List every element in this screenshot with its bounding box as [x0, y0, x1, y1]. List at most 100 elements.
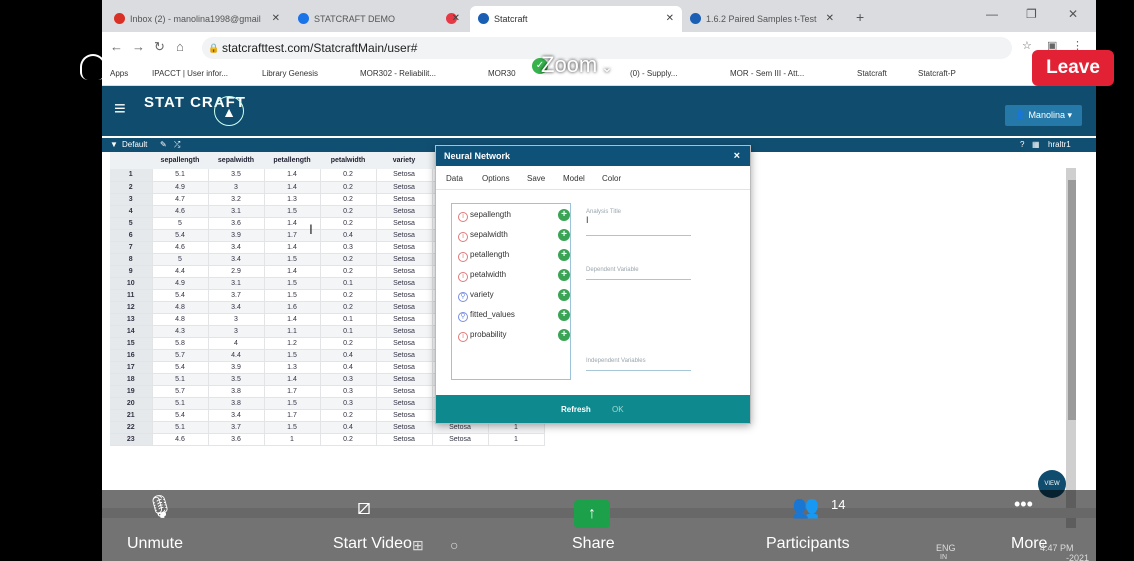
- table-cell[interactable]: Setosa: [376, 217, 433, 230]
- table-cell[interactable]: 0.2: [320, 433, 377, 446]
- table-cell[interactable]: 4.3: [152, 325, 209, 338]
- table-cell[interactable]: 3.9: [208, 229, 265, 242]
- analysis-title-input[interactable]: I: [586, 215, 691, 225]
- tab-model[interactable]: Model: [563, 174, 585, 183]
- table-cell[interactable]: 3.4: [208, 409, 265, 422]
- table-cell[interactable]: 3.1: [208, 277, 265, 290]
- tab-color[interactable]: Color: [602, 174, 621, 183]
- tab-paired-t-test[interactable]: 1.6.2 Paired Samples t-Test ✕: [682, 6, 842, 32]
- table-cell[interactable]: 0.2: [320, 205, 377, 218]
- share-button[interactable]: Share: [572, 535, 615, 553]
- table-cell[interactable]: 1.4: [264, 181, 321, 194]
- row-number[interactable]: 16: [110, 349, 153, 362]
- minimize-icon[interactable]: —: [986, 7, 998, 21]
- bookmark-library-genesis[interactable]: Library Genesis: [262, 69, 318, 78]
- table-cell[interactable]: 0.2: [320, 337, 377, 350]
- table-cell[interactable]: 5.4: [152, 361, 209, 374]
- table-cell[interactable]: 3.4: [208, 241, 265, 254]
- row-number[interactable]: 14: [110, 325, 153, 338]
- table-cell[interactable]: Setosa: [376, 325, 433, 338]
- table-cell[interactable]: 0.4: [320, 421, 377, 434]
- video-off-icon[interactable]: ⧄: [357, 494, 371, 520]
- row-number[interactable]: 21: [110, 409, 153, 422]
- table-cell[interactable]: 3.9: [208, 361, 265, 374]
- independent-variables-field[interactable]: Independent Variables: [586, 358, 691, 371]
- table-cell[interactable]: Setosa: [376, 421, 433, 434]
- table-cell[interactable]: 3.5: [208, 169, 265, 182]
- table-cell[interactable]: Setosa: [376, 361, 433, 374]
- table-cell[interactable]: Setosa: [376, 241, 433, 254]
- table-cell[interactable]: 4.4: [208, 349, 265, 362]
- table-cell[interactable]: 0.2: [320, 169, 377, 182]
- table-cell[interactable]: 1.5: [264, 421, 321, 434]
- close-tab-icon[interactable]: ✕: [272, 6, 280, 32]
- help-icon[interactable]: ?: [1020, 140, 1024, 149]
- user-menu-button[interactable]: 👤 Manolina ▾: [1004, 105, 1082, 126]
- table-cell[interactable]: Setosa: [376, 301, 433, 314]
- table-cell[interactable]: Setosa: [376, 385, 433, 398]
- star-icon[interactable]: ☆: [1022, 39, 1032, 52]
- table-cell[interactable]: 3.4: [208, 301, 265, 314]
- row-number[interactable]: 8: [110, 253, 153, 266]
- shuffle-icon[interactable]: ⤮: [174, 140, 180, 150]
- table-cell[interactable]: 1.5: [264, 277, 321, 290]
- table-cell[interactable]: 0.2: [320, 181, 377, 194]
- row-number[interactable]: 20: [110, 397, 153, 410]
- table-cell[interactable]: 1: [488, 433, 545, 446]
- table-cell[interactable]: 4.8: [152, 313, 209, 326]
- analysis-title-field[interactable]: Analysis Title I: [586, 209, 691, 236]
- table-cell[interactable]: 5.1: [152, 169, 209, 182]
- new-tab-button[interactable]: +: [848, 4, 868, 30]
- table-cell[interactable]: 0.2: [320, 217, 377, 230]
- table-cell[interactable]: 0.4: [320, 349, 377, 362]
- table-cell[interactable]: Setosa: [376, 373, 433, 386]
- row-number[interactable]: 4: [110, 205, 153, 218]
- table-cell[interactable]: 0.1: [320, 313, 377, 326]
- table-cell[interactable]: Setosa: [376, 277, 433, 290]
- table-cell[interactable]: Setosa: [376, 397, 433, 410]
- forward-icon[interactable]: →: [132, 39, 145, 54]
- back-icon[interactable]: ←: [110, 39, 123, 54]
- table-cell[interactable]: 1.7: [264, 385, 321, 398]
- clock-time[interactable]: 4:47 PM: [1040, 543, 1074, 553]
- table-cell[interactable]: 3: [208, 313, 265, 326]
- table-cell[interactable]: Setosa: [376, 205, 433, 218]
- table-cell[interactable]: 0.4: [320, 361, 377, 374]
- close-window-icon[interactable]: ✕: [1068, 7, 1078, 21]
- table-cell[interactable]: Setosa: [376, 229, 433, 242]
- table-cell[interactable]: 4.4: [152, 265, 209, 278]
- hamburger-menu-icon[interactable]: ≡: [114, 98, 126, 121]
- row-number[interactable]: 19: [110, 385, 153, 398]
- table-cell[interactable]: 0.1: [320, 325, 377, 338]
- table-cell[interactable]: 4.9: [152, 181, 209, 194]
- table-cell[interactable]: Setosa: [376, 253, 433, 266]
- row-number[interactable]: 6: [110, 229, 153, 242]
- row-number[interactable]: 15: [110, 337, 153, 350]
- bookmark-mor302[interactable]: MOR302 - Reliabilit...: [360, 69, 436, 78]
- row-number[interactable]: 10: [110, 277, 153, 290]
- table-cell[interactable]: 3.6: [208, 217, 265, 230]
- table-cell[interactable]: 0.3: [320, 385, 377, 398]
- row-number[interactable]: 9: [110, 265, 153, 278]
- table-cell[interactable]: 0.4: [320, 229, 377, 242]
- bookmark-mor-sem[interactable]: MOR - Sem III - Att...: [730, 69, 804, 78]
- table-cell[interactable]: Setosa: [376, 313, 433, 326]
- row-number[interactable]: 11: [110, 289, 153, 302]
- filter-default-label[interactable]: Default: [122, 140, 147, 149]
- close-tab-icon[interactable]: ✕: [826, 6, 834, 32]
- table-row[interactable]: 23 4.6 3.6 1 0.2 Setosa Setosa 1: [110, 433, 545, 446]
- variable-item[interactable]: ⚲ fitted_values +: [458, 309, 570, 324]
- row-number[interactable]: 5: [110, 217, 153, 230]
- table-cell[interactable]: 1.5: [264, 349, 321, 362]
- table-cell[interactable]: 2.9: [208, 265, 265, 278]
- table-cell[interactable]: 4.6: [152, 205, 209, 218]
- table-cell[interactable]: 3.8: [208, 397, 265, 410]
- windows-start-icon[interactable]: ⊞: [412, 537, 424, 554]
- add-variable-icon[interactable]: +: [558, 229, 570, 241]
- table-cell[interactable]: 4.6: [152, 433, 209, 446]
- table-cell[interactable]: Setosa: [376, 349, 433, 362]
- table-cell[interactable]: 0.2: [320, 301, 377, 314]
- tab-options[interactable]: Options: [482, 174, 510, 183]
- bookmark-mor30[interactable]: MOR30: [488, 69, 516, 78]
- table-cell[interactable]: Setosa: [376, 265, 433, 278]
